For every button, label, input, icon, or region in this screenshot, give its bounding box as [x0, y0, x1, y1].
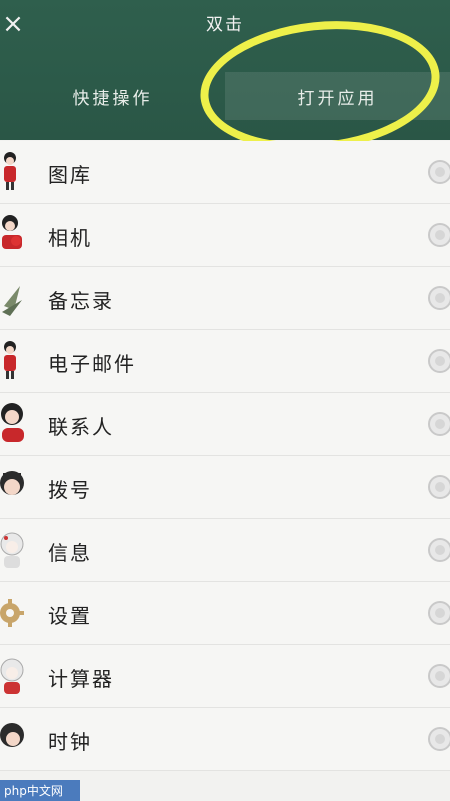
girl-red-dress-icon [4, 152, 16, 190]
girl-red-dress-icon [1, 403, 24, 442]
radio-button[interactable] [428, 412, 450, 436]
list-item[interactable]: 计算器 [0, 645, 450, 708]
list-item[interactable]: 图库 [0, 141, 450, 204]
girl-face-icon [0, 471, 24, 495]
gear-icon [0, 599, 24, 627]
app-list: 图库 相机 备忘录 电子邮件 联系人 拨号 信息 设置 计算器 时钟 [0, 141, 450, 771]
list-item[interactable]: 电子邮件 [0, 330, 450, 393]
app-label: 计算器 [48, 667, 114, 691]
list-item[interactable]: 联系人 [0, 393, 450, 456]
app-label: 备忘录 [48, 289, 114, 313]
app-label: 拨号 [48, 478, 92, 502]
radio-button[interactable] [428, 160, 450, 184]
radio-button[interactable] [428, 349, 450, 373]
list-item[interactable]: 备忘录 [0, 267, 450, 330]
app-label: 联系人 [48, 415, 114, 439]
page-title: 双击 [206, 15, 244, 35]
close-icon: × [2, 9, 24, 39]
list-item[interactable]: 拨号 [0, 456, 450, 519]
app-label: 电子邮件 [48, 352, 136, 376]
radio-button[interactable] [428, 286, 450, 310]
app-label: 相机 [48, 226, 92, 250]
girl-white-icon [0, 532, 24, 568]
radio-button[interactable] [428, 601, 450, 625]
header-bar: × 双击 快捷操作 打开应用 [0, 0, 450, 163]
girl-white-icon [0, 658, 24, 694]
plant-icon [2, 286, 22, 316]
list-item[interactable]: 设置 [0, 582, 450, 645]
list-item[interactable]: 相机 [0, 204, 450, 267]
app-label: 信息 [48, 541, 92, 565]
girl-red-dress-icon [4, 341, 16, 379]
app-label: 设置 [48, 604, 92, 628]
radio-button[interactable] [428, 475, 450, 499]
girl-face-icon [0, 723, 24, 747]
tab-quick-actions[interactable]: 快捷操作 [0, 72, 225, 120]
girl-with-camera-icon [2, 215, 22, 249]
radio-button[interactable] [428, 223, 450, 247]
list-item[interactable]: 信息 [0, 519, 450, 582]
list-item[interactable]: 时钟 [0, 708, 450, 771]
radio-button[interactable] [428, 727, 450, 751]
watermark: php中文网 [0, 780, 80, 801]
app-label: 时钟 [48, 730, 92, 754]
radio-button[interactable] [428, 538, 450, 562]
radio-button[interactable] [428, 664, 450, 688]
app-label: 图库 [48, 163, 92, 187]
close-button[interactable]: × [0, 9, 26, 39]
